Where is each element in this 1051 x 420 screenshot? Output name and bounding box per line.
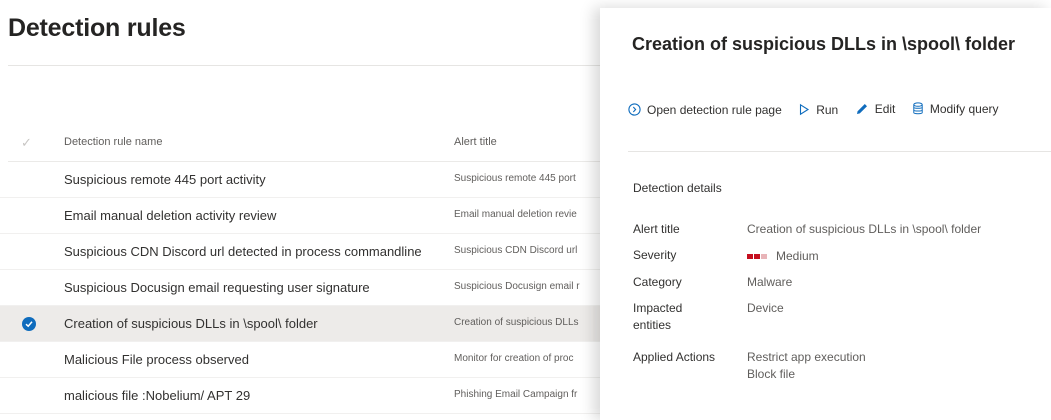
detail-alert-title: Alert title Creation of suspicious DLLs … bbox=[633, 221, 1043, 238]
rules-table-body: Suspicious remote 445 port activity Suspi… bbox=[0, 162, 600, 414]
severity-bars-icon bbox=[747, 247, 768, 264]
pencil-icon bbox=[855, 102, 869, 116]
table-row[interactable]: Email manual deletion activity review Ema… bbox=[0, 198, 600, 234]
rule-name-cell[interactable]: Malicious File process observed bbox=[64, 352, 249, 367]
column-header-alert-title[interactable]: Alert title bbox=[454, 136, 497, 148]
table-row[interactable]: malicious file :Nobelium/ APT 29 Phishing… bbox=[0, 378, 600, 414]
alert-title-cell: Suspicious Docusign email r bbox=[454, 281, 580, 292]
alert-title-cell: Suspicious remote 445 port bbox=[454, 173, 576, 184]
detail-label: Applied Actions bbox=[633, 350, 716, 364]
rule-name-cell[interactable]: Creation of suspicious DLLs in \spool\ f… bbox=[64, 316, 318, 331]
alert-title-cell: Phishing Email Campaign fr bbox=[454, 389, 578, 400]
rule-name-cell[interactable]: malicious file :Nobelium/ APT 29 bbox=[64, 388, 250, 403]
chevron-circle-icon bbox=[628, 103, 641, 116]
detail-applied-actions: Applied Actions Restrict app execution B… bbox=[633, 349, 1043, 383]
modify-query-button[interactable]: Modify query bbox=[912, 102, 999, 116]
detail-label: Alert title bbox=[633, 222, 680, 236]
detection-rules-list-pane: Detection rules ✓ Detection rule name Al… bbox=[0, 0, 600, 420]
select-all-checkmark-icon[interactable]: ✓ bbox=[21, 135, 32, 151]
applied-action: Block file bbox=[747, 367, 796, 381]
table-row[interactable]: Creation of suspicious DLLs in \spool\ f… bbox=[0, 306, 600, 342]
rule-name-cell[interactable]: Suspicious CDN Discord url detected in p… bbox=[64, 244, 422, 259]
rule-name-cell[interactable]: Suspicious remote 445 port activity bbox=[64, 172, 266, 187]
database-query-icon bbox=[912, 102, 924, 116]
rule-details-panel: Creation of suspicious DLLs in \spool\ f… bbox=[600, 8, 1051, 420]
run-button[interactable]: Run bbox=[798, 103, 838, 117]
alert-title-cell: Creation of suspicious DLLs bbox=[454, 317, 579, 328]
table-row[interactable]: Suspicious remote 445 port activity Suspi… bbox=[0, 162, 600, 198]
modify-query-label: Modify query bbox=[929, 102, 999, 116]
table-row[interactable]: Malicious File process observed Monitor f… bbox=[0, 342, 600, 378]
page-title: Detection rules bbox=[8, 14, 186, 42]
severity-text: Medium bbox=[776, 249, 819, 263]
detail-severity: Severity Medium bbox=[633, 247, 1043, 265]
detail-value: Device bbox=[747, 301, 784, 315]
panel-title: Creation of suspicious DLLs in \spool\ f… bbox=[632, 34, 1016, 54]
detail-label: Severity bbox=[633, 248, 677, 262]
alert-title-cell: Suspicious CDN Discord url bbox=[454, 245, 578, 256]
rule-name-cell[interactable]: Suspicious Docusign email requesting use… bbox=[64, 280, 370, 295]
rule-name-cell[interactable]: Email manual deletion activity review bbox=[64, 208, 276, 223]
detail-value: Malware bbox=[747, 275, 793, 289]
title-divider bbox=[8, 65, 600, 66]
panel-command-bar: Open detection rule page Run Edit Modify… bbox=[628, 102, 1011, 124]
severity-value: Medium bbox=[747, 247, 1043, 265]
detection-details: Alert title Creation of suspicious DLLs … bbox=[633, 221, 1043, 392]
edit-label: Edit bbox=[874, 102, 896, 116]
applied-action: Restrict app execution bbox=[747, 350, 866, 364]
alert-title-cell: Email manual deletion revie bbox=[454, 209, 577, 220]
table-row[interactable]: Suspicious CDN Discord url detected in p… bbox=[0, 234, 600, 270]
column-header-rule-name[interactable]: Detection rule name bbox=[64, 136, 162, 148]
detail-category: Category Malware bbox=[633, 274, 1043, 291]
checkmark-circle-icon[interactable] bbox=[22, 317, 36, 331]
open-detection-rule-page-label: Open detection rule page bbox=[647, 102, 782, 117]
play-icon bbox=[798, 103, 810, 116]
open-detection-rule-page-button[interactable]: Open detection rule page bbox=[628, 103, 782, 117]
panel-divider bbox=[628, 151, 1051, 152]
table-row[interactable]: Suspicious Docusign email requesting use… bbox=[0, 270, 600, 306]
list-header: ✓ Detection rule name Alert title bbox=[0, 124, 600, 162]
detail-value: Restrict app execution Block file bbox=[747, 349, 1043, 383]
detail-impacted-entities: Impacted entities Device bbox=[633, 300, 1043, 340]
detail-label: Category bbox=[633, 275, 682, 289]
run-label: Run bbox=[816, 102, 839, 117]
detection-details-heading: Detection details bbox=[633, 181, 722, 195]
alert-title-cell: Monitor for creation of proc bbox=[454, 353, 574, 364]
detail-label: Impacted entities bbox=[633, 301, 683, 332]
detection-rules-page: Detection rules ✓ Detection rule name Al… bbox=[0, 0, 1051, 420]
edit-button[interactable]: Edit bbox=[855, 102, 896, 116]
detail-value: Creation of suspicious DLLs in \spool\ f… bbox=[747, 222, 982, 236]
